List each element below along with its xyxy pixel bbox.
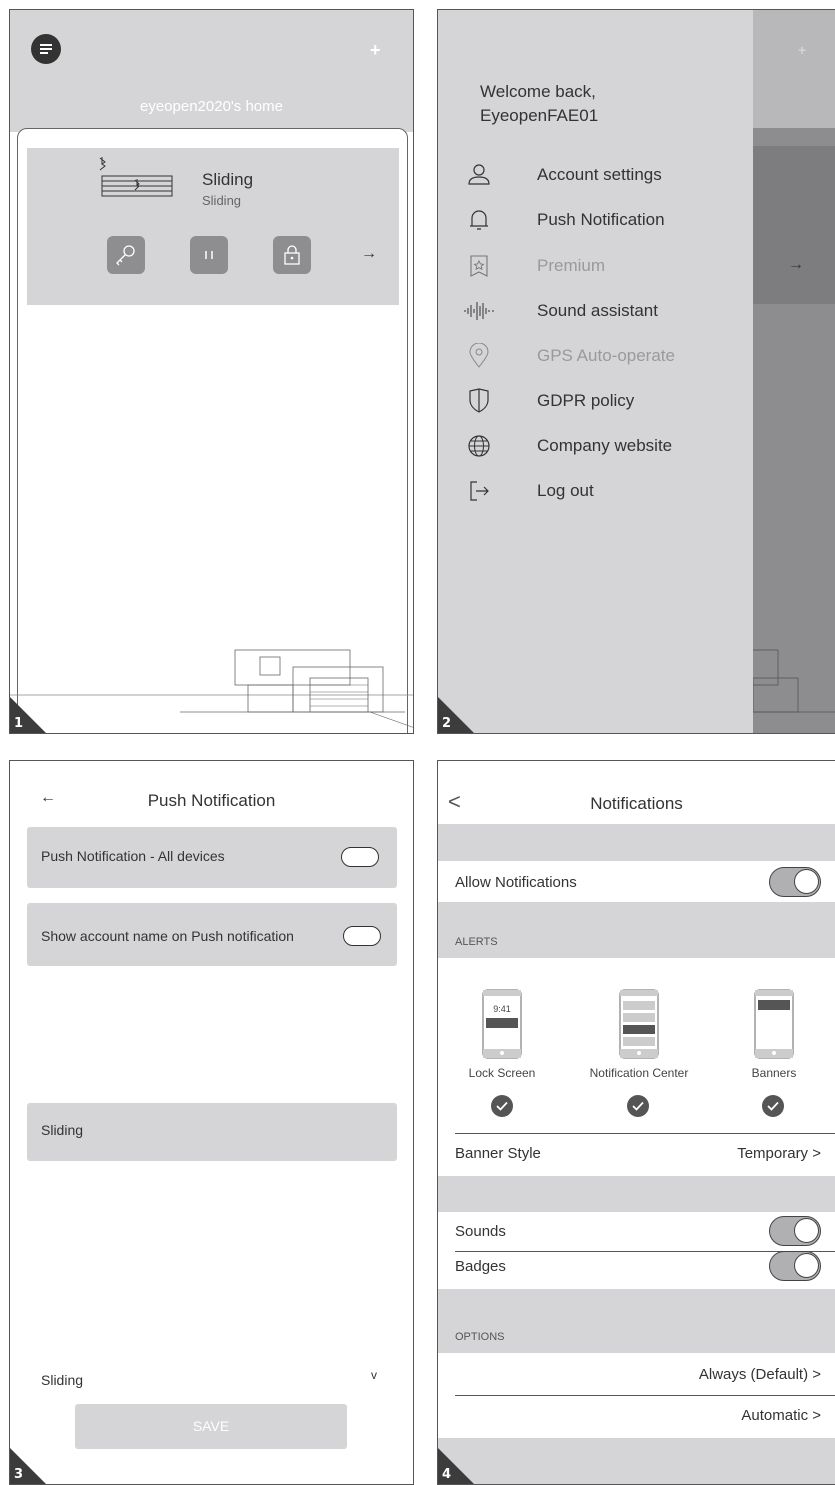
panel-number: 2 <box>442 716 452 731</box>
menu-item-premium[interactable]: Premium <box>438 251 753 281</box>
sounds-toggle[interactable] <box>769 1216 821 1246</box>
sound-wave-icon <box>462 296 496 326</box>
shield-icon <box>462 386 496 416</box>
menu-item-label: Premium <box>537 256 606 275</box>
panel-number: 1 <box>14 716 24 731</box>
lock-screen-checkmark-icon[interactable] <box>491 1095 513 1117</box>
home-title: eyeopen2020's home <box>140 98 283 115</box>
divider <box>455 1133 835 1134</box>
device-subtitle: Sliding <box>202 193 242 208</box>
menu-item-push-notification[interactable]: Push Notification <box>438 205 753 235</box>
banners-checkmark-icon[interactable] <box>762 1095 784 1117</box>
divider <box>455 1395 835 1396</box>
alert-label-lock-screen: Lock Screen <box>468 1066 536 1080</box>
background-arrow: → <box>788 256 804 273</box>
menu-item-label: GPS Auto-operate <box>537 346 675 365</box>
menu-item-gdpr-policy[interactable]: GDPR policy <box>438 386 753 416</box>
options-section-header: OPTIONS <box>455 1331 505 1343</box>
section-gap <box>438 824 835 861</box>
welcome-username: EyeopenFAE01 <box>480 106 599 125</box>
notification-center-checkmark-icon[interactable] <box>627 1095 649 1117</box>
badges-label: Badges <box>455 1258 506 1275</box>
welcome-line1: Welcome back, <box>480 82 596 101</box>
location-pin-icon <box>462 341 496 371</box>
menu-item-account-settings[interactable]: Account settings <box>438 160 753 190</box>
banner-style-value[interactable]: Temporary > <box>737 1145 821 1162</box>
device-row-label: Sliding <box>41 1122 84 1138</box>
alerts-header-band: ALERTS <box>438 902 835 958</box>
push-all-devices-toggle[interactable] <box>341 847 379 867</box>
banners-phone-icon <box>754 989 794 1059</box>
menu-item-label: Log out <box>537 481 594 500</box>
panel-drawer: + → Welcome back, EyeopenFAE01 Account s… <box>437 9 835 734</box>
pause-icon <box>205 251 213 259</box>
key-icon <box>116 245 135 266</box>
alert-label-notification-center: Notification Center <box>589 1066 689 1080</box>
menu-item-sound-assistant[interactable]: Sound assistant <box>438 296 753 326</box>
home-header: + eyeopen2020's home <box>10 10 413 132</box>
sliding-gate-icon <box>99 157 173 197</box>
badges-toggle[interactable] <box>769 1251 821 1281</box>
device-name: Sliding <box>202 170 254 189</box>
banner-style-label: Banner Style <box>455 1145 541 1162</box>
allow-notifications-label: Allow Notifications <box>455 874 577 891</box>
pause-button[interactable] <box>190 236 228 274</box>
option-always-default[interactable]: Always (Default) > <box>699 1366 821 1383</box>
add-button-dimmed: + <box>798 42 807 58</box>
menu-item-label: Company website <box>537 436 673 455</box>
panel-home: + eyeopen2020's home Sliding Sliding → 1 <box>9 9 414 734</box>
premium-badge-icon <box>462 251 496 281</box>
lock-icon <box>284 245 300 265</box>
page-title: Push Notification <box>147 791 276 810</box>
menu-item-label: GDPR policy <box>537 391 635 410</box>
device-card[interactable]: Sliding Sliding → <box>27 148 399 305</box>
menu-button[interactable] <box>31 34 61 64</box>
bell-icon <box>462 205 496 235</box>
option-automatic[interactable]: Automatic > <box>741 1407 821 1424</box>
key-button[interactable] <box>107 236 145 274</box>
options-header-band: OPTIONS <box>438 1289 835 1353</box>
welcome-text: Welcome back, EyeopenFAE01 <box>480 80 598 128</box>
chevron-down-icon[interactable]: v <box>371 1368 377 1382</box>
side-drawer: Welcome back, EyeopenFAE01 Account setti… <box>438 10 753 733</box>
device-section-title: Sliding <box>41 1372 84 1388</box>
panel-ios-notifications: < Notifications Allow Notifications ALER… <box>437 760 835 1485</box>
show-account-name-toggle[interactable] <box>343 926 381 946</box>
sounds-label: Sounds <box>455 1223 506 1240</box>
section-gap <box>438 1176 835 1212</box>
person-icon <box>462 160 496 190</box>
menu-item-label: Account settings <box>537 165 662 184</box>
show-account-name-label: Show account name on Push notification <box>41 928 294 944</box>
menu-item-log-out[interactable]: Log out <box>438 476 753 506</box>
device-row-sliding[interactable]: Sliding <box>27 1103 397 1161</box>
menu-item-label: Push Notification <box>537 210 665 229</box>
save-button[interactable]: SAVE <box>75 1404 347 1449</box>
alert-label-banners: Banners <box>751 1066 797 1080</box>
panel-push-notification: ← Push Notification Push Notification - … <box>9 760 414 1485</box>
panel-number: 3 <box>14 1467 24 1482</box>
house-illustration <box>10 649 413 728</box>
show-account-name-row: Show account name on Push notification <box>27 903 397 966</box>
page-title: Notifications <box>590 794 683 813</box>
menu-icon <box>40 44 52 54</box>
globe-icon <box>462 431 496 461</box>
logout-icon <box>462 476 496 506</box>
bottom-band <box>438 1438 835 1484</box>
add-button[interactable]: + <box>370 40 381 61</box>
notification-center-phone-icon <box>619 989 659 1059</box>
menu-item-label: Sound assistant <box>537 301 658 320</box>
push-all-devices-row: Push Notification - All devices <box>27 827 397 888</box>
lock-button[interactable] <box>273 236 311 274</box>
push-all-devices-label: Push Notification - All devices <box>41 848 225 864</box>
panel-number: 4 <box>442 1467 452 1482</box>
lock-screen-phone-icon <box>482 989 522 1059</box>
alerts-section-header: ALERTS <box>455 936 498 948</box>
device-detail-arrow[interactable]: → <box>361 245 377 263</box>
lock-screen-time: 9:41 <box>493 1004 511 1014</box>
menu-item-gps-auto-operate[interactable]: GPS Auto-operate <box>438 341 753 371</box>
menu-item-company-website[interactable]: Company website <box>438 431 753 461</box>
allow-notifications-toggle[interactable] <box>769 867 821 897</box>
